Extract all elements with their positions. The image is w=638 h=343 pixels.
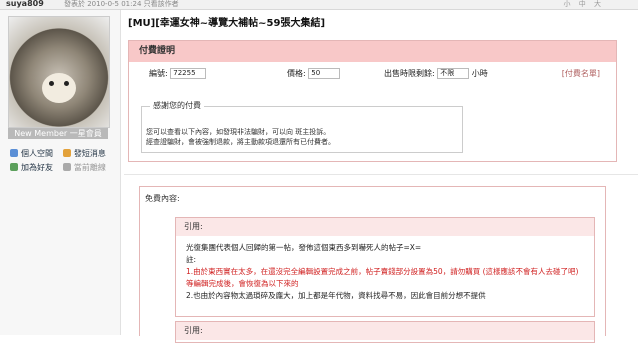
price-field-row: 價格: 50	[287, 68, 341, 79]
quote-line-warning: 1.由於東西實在太多，在還沒完全編輯設置完成之前，帖子賣錢部分設置為50，請勿購…	[186, 267, 579, 288]
id-value: 72255	[170, 68, 207, 79]
quote-line: 光復集團代表個人回歸的第一帖，發佈這個東西多到嚇死人的帖子=X=	[186, 243, 422, 252]
member-rank-badge: New Member 一星會員	[8, 128, 108, 139]
thanks-fieldset: 感謝您的付費 您可以查看以下內容，如發現非法騙財，可以向 斑主投訴。 經查證騙財…	[141, 100, 463, 153]
hedgehog-face	[42, 73, 76, 103]
add-friend-link[interactable]: 加為好友	[10, 162, 60, 174]
thanks-line-1: 您可以查看以下內容，如發現非法騙財，可以向 斑主投訴。	[146, 128, 331, 136]
quote-block: 引用: 光復集團代表個人回歸的第一帖，發佈這個東西多到嚇死人的帖子=X= 註: …	[175, 217, 595, 317]
user-actions: 個人空間 發短消息 加為好友 當前離線	[10, 148, 120, 176]
id-field-row: 編號: 72255	[149, 68, 207, 79]
payer-list-link[interactable]: [付費名單]	[562, 68, 600, 79]
action-label: 加為好友	[21, 163, 53, 172]
thanks-line-2: 經查證騙財，會被強制退款，將主動款項退還所有已付費者。	[146, 138, 335, 146]
send-message-link[interactable]: 發短消息	[62, 148, 113, 160]
post-timestamp: 發表於 2010-0-5 01:24 只看該作者	[64, 0, 179, 8]
post-header-bar: suya809 發表於 2010-0-5 01:24 只看該作者 小 中 大	[0, 0, 638, 10]
quote-line: 2.也由於內容物太過瑣碎及龐大，加上都是年代物，資料找尋不易，因此會目前分想不提…	[186, 291, 486, 300]
action-label: 當前離線	[73, 163, 106, 172]
quote-heading: 引用:	[176, 322, 594, 340]
action-label: 個人空間	[21, 149, 53, 158]
id-label: 編號:	[149, 69, 168, 78]
thanks-text: 您可以查看以下內容，如發現非法騙財，可以向 斑主投訴。 經查證騙財，會被強制退款…	[146, 127, 335, 147]
payment-proof-box: 付費證明 編號: 72255 價格: 50 出售時限剩餘: 不限 小時 [付費名…	[128, 40, 617, 162]
price-label: 價格:	[287, 69, 306, 78]
eye-icon	[49, 81, 54, 86]
username[interactable]: suya809	[6, 0, 44, 8]
quote-body: 光復集團代表個人回歸的第一帖，發佈這個東西多到嚇死人的帖子=X= 註: 1.由於…	[176, 236, 594, 308]
action-label: 發短消息	[73, 149, 106, 158]
offline-status: 當前離線	[62, 162, 113, 174]
offline-icon	[62, 163, 71, 171]
time-unit: 小時	[471, 69, 488, 78]
font-size-controls[interactable]: 小 中 大	[564, 0, 604, 9]
quote-block: 引用:	[175, 321, 595, 343]
time-label: 出售時限剩餘:	[384, 69, 435, 78]
message-icon	[62, 149, 71, 157]
quote-heading: 引用:	[176, 218, 594, 236]
post-title: [MU][幸運女神~導覽大補帖~59張大集結]	[128, 18, 326, 29]
time-value: 不限	[437, 68, 470, 79]
quote-line: 註:	[186, 255, 197, 264]
free-content-box: 免費內容: 引用: 光復集團代表個人回歸的第一帖，發佈這個東西多到嚇死人的帖子=…	[139, 186, 606, 343]
add-friend-icon	[10, 163, 18, 171]
free-content-label: 免費內容:	[145, 194, 180, 203]
price-value: 50	[308, 68, 341, 79]
time-field-row: 出售時限剩餘: 不限 小時	[384, 68, 488, 79]
thanks-legend: 感謝您的付費	[150, 100, 204, 111]
avatar	[8, 16, 110, 128]
home-icon	[10, 149, 18, 157]
user-sidebar: New Member 一星會員 個人空間 發短消息 加為好友 當前離線	[0, 10, 121, 335]
personal-space-link[interactable]: 個人空間	[10, 148, 60, 160]
divider	[124, 174, 638, 175]
payment-proof-heading: 付費證明	[129, 41, 616, 62]
eye-icon	[64, 81, 69, 86]
